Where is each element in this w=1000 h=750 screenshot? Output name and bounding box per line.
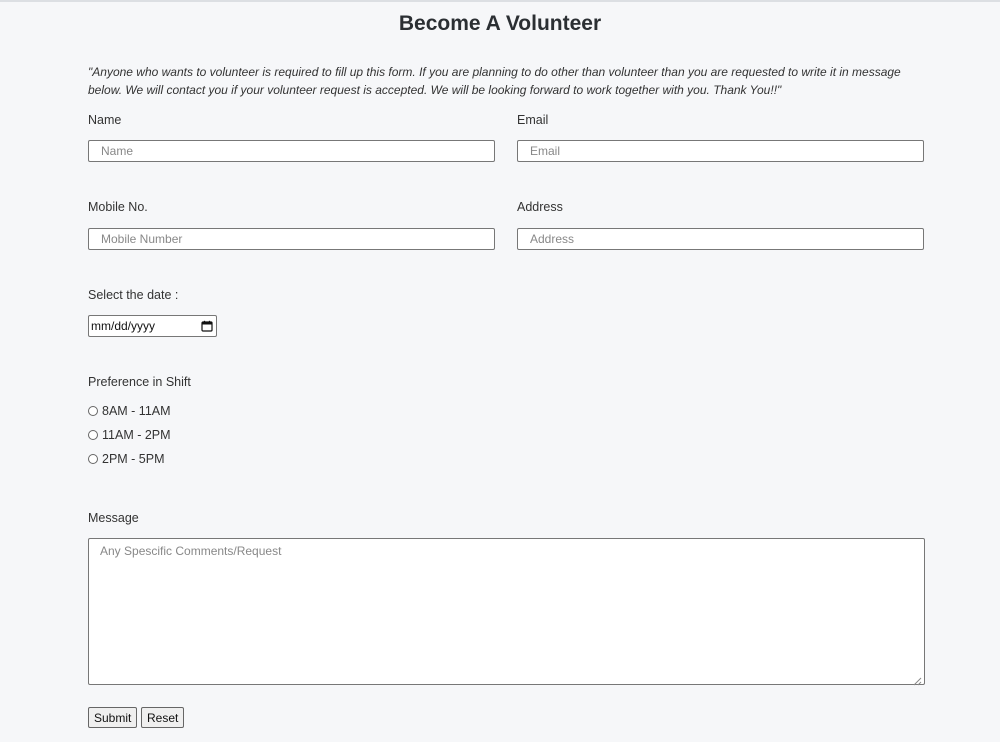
message-textarea[interactable] xyxy=(88,538,925,685)
shift-option-11am-2pm[interactable]: 11AM - 2PM xyxy=(88,428,171,442)
submit-button[interactable]: Submit xyxy=(88,707,138,728)
shift-option-8am-11am[interactable]: 8AM - 11AM xyxy=(88,404,171,418)
radio-unchecked-icon[interactable] xyxy=(88,454,98,464)
resize-grip-icon[interactable] xyxy=(913,673,922,686)
intro-text: "Anyone who wants to volunteer is requir… xyxy=(88,65,901,97)
volunteer-form-page: Become A Volunteer "Anyone who wants to … xyxy=(0,0,1000,742)
radio-unchecked-icon[interactable] xyxy=(88,430,98,440)
date-input[interactable]: mm/dd/yyyy xyxy=(88,315,217,337)
shift-option-2pm-5pm[interactable]: 2PM - 5PM xyxy=(88,452,165,466)
shift-option-label: 8AM - 11AM xyxy=(102,404,171,418)
email-input[interactable] xyxy=(517,140,924,162)
page-title: Become A Volunteer xyxy=(398,12,602,35)
name-input[interactable] xyxy=(88,140,495,162)
calendar-icon[interactable] xyxy=(201,320,213,332)
address-label: Address xyxy=(517,200,563,214)
reset-button[interactable]: Reset xyxy=(141,707,185,728)
name-label: Name xyxy=(88,113,122,127)
mobile-input[interactable] xyxy=(88,228,495,250)
message-label: Message xyxy=(88,511,139,525)
shift-option-label: 2PM - 5PM xyxy=(102,452,165,466)
date-label: Select the date : xyxy=(88,288,179,302)
date-input-value: mm/dd/yyyy xyxy=(91,319,156,333)
shift-label: Preference in Shift xyxy=(88,375,191,389)
address-input[interactable] xyxy=(517,228,924,250)
mobile-label: Mobile No. xyxy=(88,200,148,214)
radio-unchecked-icon[interactable] xyxy=(88,406,98,416)
email-label: Email xyxy=(517,113,549,127)
shift-option-label: 11AM - 2PM xyxy=(102,428,171,442)
